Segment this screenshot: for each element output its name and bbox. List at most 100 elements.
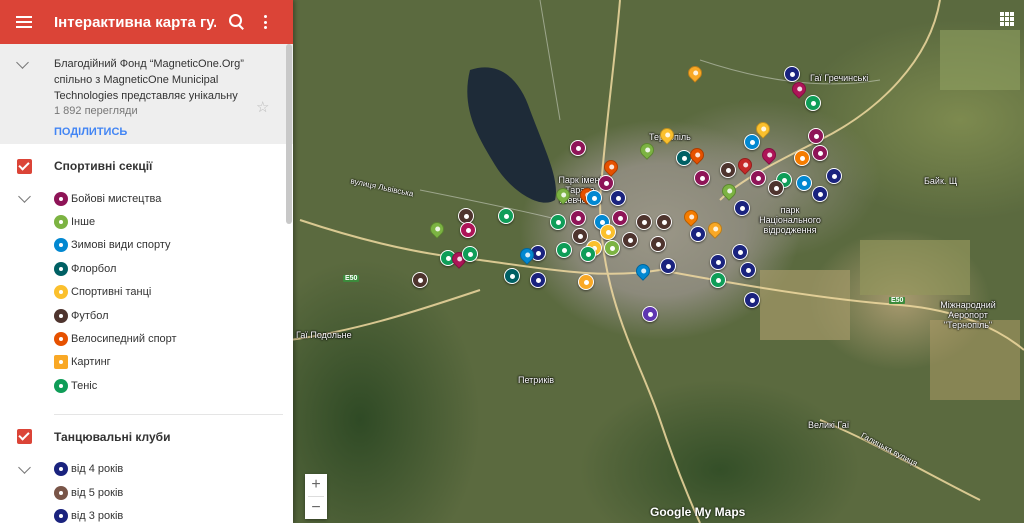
label-petrykiv: Петриків — [518, 375, 555, 385]
legend-item-label: Футбол — [71, 309, 109, 322]
runner-icon — [54, 215, 68, 230]
map-marker[interactable] — [572, 228, 588, 244]
map-marker[interactable] — [812, 186, 828, 202]
map-marker[interactable] — [498, 208, 514, 224]
layer-title: Танцювальні клуби — [54, 429, 171, 444]
map-marker[interactable] — [550, 214, 566, 230]
floorball-icon — [54, 261, 68, 276]
map-marker[interactable] — [650, 236, 666, 252]
map-marker[interactable] — [744, 292, 760, 308]
lake-shape — [467, 67, 556, 203]
legend-item-label: Інше — [71, 216, 96, 229]
legend-item[interactable]: від 3 років — [0, 504, 293, 523]
tennis-icon — [54, 378, 68, 393]
label-bayk: Байк. Щ — [924, 176, 958, 186]
legend-item[interactable]: Бойові мистецтва — [0, 187, 293, 210]
map-marker[interactable] — [694, 170, 710, 186]
legend-item[interactable]: Зимові види спорту — [0, 234, 293, 257]
legend-item[interactable]: від 4 років — [0, 458, 293, 481]
map-marker[interactable] — [598, 175, 614, 191]
map-marker[interactable] — [732, 244, 748, 260]
label-airport: Міжнародний Аеропорт "Тернопіль" — [940, 300, 996, 330]
legend-panel: Інтерактивна карта гу... Благодійний Фон… — [0, 0, 293, 523]
legend-item-label: Спортивні танці — [71, 286, 152, 299]
map-marker[interactable] — [586, 190, 602, 206]
chevron-down-icon[interactable] — [18, 460, 31, 474]
dance-icon — [54, 485, 68, 500]
map-title: Інтерактивна карта гу... — [54, 13, 216, 31]
share-link[interactable]: ПОДІЛИТИСЬ — [54, 126, 127, 138]
map-marker[interactable] — [784, 66, 800, 82]
map-marker[interactable] — [570, 140, 586, 156]
e50-shield: E50 — [343, 275, 360, 282]
more-vertical-icon[interactable] — [264, 15, 268, 29]
layer-checkbox[interactable] — [17, 158, 32, 174]
map-marker[interactable] — [462, 246, 478, 262]
map-marker[interactable] — [642, 306, 658, 322]
apps-grid-icon[interactable] — [1000, 12, 1014, 26]
legend-item[interactable]: Теніс — [0, 374, 293, 397]
map-marker[interactable] — [740, 262, 756, 278]
map-marker[interactable] — [622, 232, 638, 248]
map-marker[interactable] — [826, 168, 842, 184]
panel-scrollbar[interactable] — [286, 44, 292, 224]
legend-item[interactable]: Велосипедний спорт — [0, 327, 293, 350]
map-marker[interactable] — [710, 254, 726, 270]
map-marker[interactable] — [530, 272, 546, 288]
map-marker[interactable] — [556, 242, 572, 258]
field — [860, 240, 970, 295]
map-marker[interactable] — [612, 210, 628, 226]
map-marker[interactable] — [604, 240, 620, 256]
map-marker[interactable] — [796, 175, 812, 191]
map-marker[interactable] — [656, 214, 672, 230]
map-marker[interactable] — [794, 150, 810, 166]
map-marker[interactable] — [744, 134, 760, 150]
zoom-in-button[interactable]: + — [305, 474, 327, 496]
dance-icon — [54, 508, 68, 523]
map-marker[interactable] — [812, 145, 828, 161]
map-marker[interactable] — [504, 268, 520, 284]
map-marker[interactable] — [808, 128, 824, 144]
field — [760, 270, 850, 340]
zoom-control: + − — [305, 474, 327, 519]
legend-item[interactable]: Картинг — [0, 351, 293, 374]
map-marker[interactable] — [636, 214, 652, 230]
map-marker[interactable] — [412, 272, 428, 288]
map-marker[interactable] — [805, 95, 821, 111]
legend-item-label: від 5 років — [71, 486, 124, 499]
legend-item[interactable]: Інше — [0, 210, 293, 233]
layer-checkbox[interactable] — [17, 429, 32, 445]
car-icon — [54, 355, 68, 370]
football-icon — [54, 308, 68, 323]
search-icon[interactable] — [228, 13, 246, 31]
map-marker[interactable] — [710, 272, 726, 288]
map-marker[interactable] — [610, 190, 626, 206]
map-marker[interactable] — [578, 274, 594, 290]
legend-item[interactable]: Спортивні танці — [0, 281, 293, 304]
label-hai-pidrodne: Гаї Подольне — [296, 330, 352, 340]
dance-icon — [54, 462, 68, 477]
map-marker[interactable] — [580, 246, 596, 262]
legend-item-label: Бойові мистецтва — [71, 192, 162, 205]
map-marker[interactable] — [660, 258, 676, 274]
map-marker[interactable] — [750, 170, 766, 186]
hamburger-menu-icon[interactable] — [16, 16, 32, 28]
bicycle-icon — [54, 332, 68, 347]
map-marker[interactable] — [690, 226, 706, 242]
map-marker[interactable] — [600, 224, 616, 240]
chevron-down-icon[interactable] — [18, 190, 31, 203]
map-marker[interactable] — [570, 210, 586, 226]
map-marker[interactable] — [768, 180, 784, 196]
label-velyki-hai: Великі Гаї — [808, 420, 850, 430]
legend-item[interactable]: від 5 років — [0, 481, 293, 504]
collapse-chevron-icon[interactable] — [16, 56, 29, 69]
field — [930, 320, 1020, 400]
zoom-out-button[interactable]: − — [305, 497, 327, 519]
legend-item-label: Теніс — [71, 379, 98, 392]
legend-item[interactable]: Футбол — [0, 304, 293, 327]
map-marker[interactable] — [734, 200, 750, 216]
map-marker[interactable] — [720, 162, 736, 178]
star-icon[interactable]: ☆ — [256, 100, 269, 115]
legend-item[interactable]: Флорбол — [0, 257, 293, 280]
map-marker[interactable] — [460, 222, 476, 238]
